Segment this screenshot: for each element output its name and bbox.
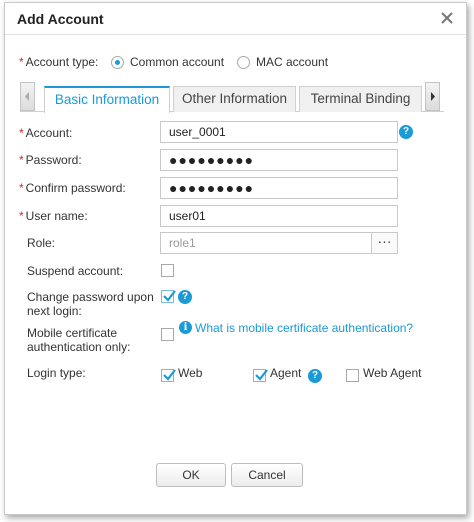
login-type-web-agent-checkbox[interactable] <box>346 369 359 382</box>
login-type-agent-help-icon[interactable]: ? <box>308 369 322 383</box>
login-type-agent-label[interactable]: Agent <box>270 366 301 380</box>
tab-scroll-left[interactable] <box>20 82 35 111</box>
arrow-left-icon <box>25 92 29 101</box>
login-type-web-checkbox[interactable] <box>161 369 176 382</box>
required-asterisk: * <box>19 55 24 69</box>
mobile-cert-checkbox[interactable] <box>161 328 174 341</box>
ok-button[interactable]: OK <box>156 463 226 487</box>
tab-basic-information[interactable]: Basic Information <box>44 86 170 113</box>
dialog-title: Add Account <box>17 11 104 27</box>
account-help-icon[interactable]: ? <box>399 125 413 139</box>
close-icon[interactable] <box>438 9 456 27</box>
user-name-label: * User name: <box>19 209 88 223</box>
account-label: * Account: <box>19 126 73 140</box>
password-input[interactable]: ●●●●●●●●● <box>160 149 398 171</box>
suspend-account-label: Suspend account: <box>27 264 124 278</box>
arrow-right-icon <box>431 92 435 101</box>
login-type-web-label[interactable]: Web <box>178 366 202 380</box>
user-name-input[interactable]: user01 <box>160 205 398 227</box>
radio-common-account-label[interactable]: Common account <box>130 55 224 69</box>
login-type-agent-checkbox[interactable] <box>253 369 268 382</box>
checkmark-icon <box>163 290 176 302</box>
tab-terminal-binding[interactable]: Terminal Binding <box>299 86 422 112</box>
role-browse-button[interactable]: ··· <box>371 232 398 254</box>
required-asterisk: * <box>19 209 24 223</box>
required-asterisk: * <box>19 153 24 167</box>
info-icon: i <box>179 321 192 334</box>
cancel-button[interactable]: Cancel <box>231 463 303 487</box>
change-password-help-icon[interactable]: ? <box>178 290 192 304</box>
radio-mac-account[interactable] <box>237 56 250 69</box>
suspend-account-checkbox[interactable] <box>161 264 174 277</box>
add-account-dialog: Add Account * Account type: Common accoun… <box>4 2 467 515</box>
required-asterisk: * <box>19 126 24 140</box>
login-type-web-agent-label[interactable]: Web Agent <box>363 366 422 380</box>
role-input[interactable]: role1 <box>160 232 372 254</box>
tab-other-information[interactable]: Other Information <box>173 86 296 112</box>
password-label: * Password: <box>19 153 82 167</box>
tab-strip: Basic Information Other Information Term… <box>20 82 444 113</box>
radio-common-account[interactable] <box>111 56 124 69</box>
mobile-cert-help-link[interactable]: What is mobile certificate authenticatio… <box>195 321 413 335</box>
account-type-label: * Account type: <box>19 55 99 69</box>
radio-mac-account-label[interactable]: MAC account <box>256 55 328 69</box>
confirm-password-input[interactable]: ●●●●●●●●● <box>160 177 398 199</box>
account-input[interactable]: user_0001 <box>160 121 398 143</box>
checkmark-icon <box>163 369 176 381</box>
confirm-password-label: * Confirm password: <box>19 181 126 195</box>
login-type-label: Login type: <box>27 366 86 380</box>
change-password-label: Change password upon next login: <box>27 290 154 318</box>
checkmark-icon <box>255 369 268 381</box>
tab-scroll-right[interactable] <box>425 82 440 111</box>
dialog-titlebar: Add Account <box>5 3 466 35</box>
change-password-checkbox[interactable] <box>161 290 176 303</box>
role-label: Role: <box>27 236 56 250</box>
mobile-cert-label: Mobile certificate authentication only: <box>27 326 131 354</box>
required-asterisk: * <box>19 181 24 195</box>
